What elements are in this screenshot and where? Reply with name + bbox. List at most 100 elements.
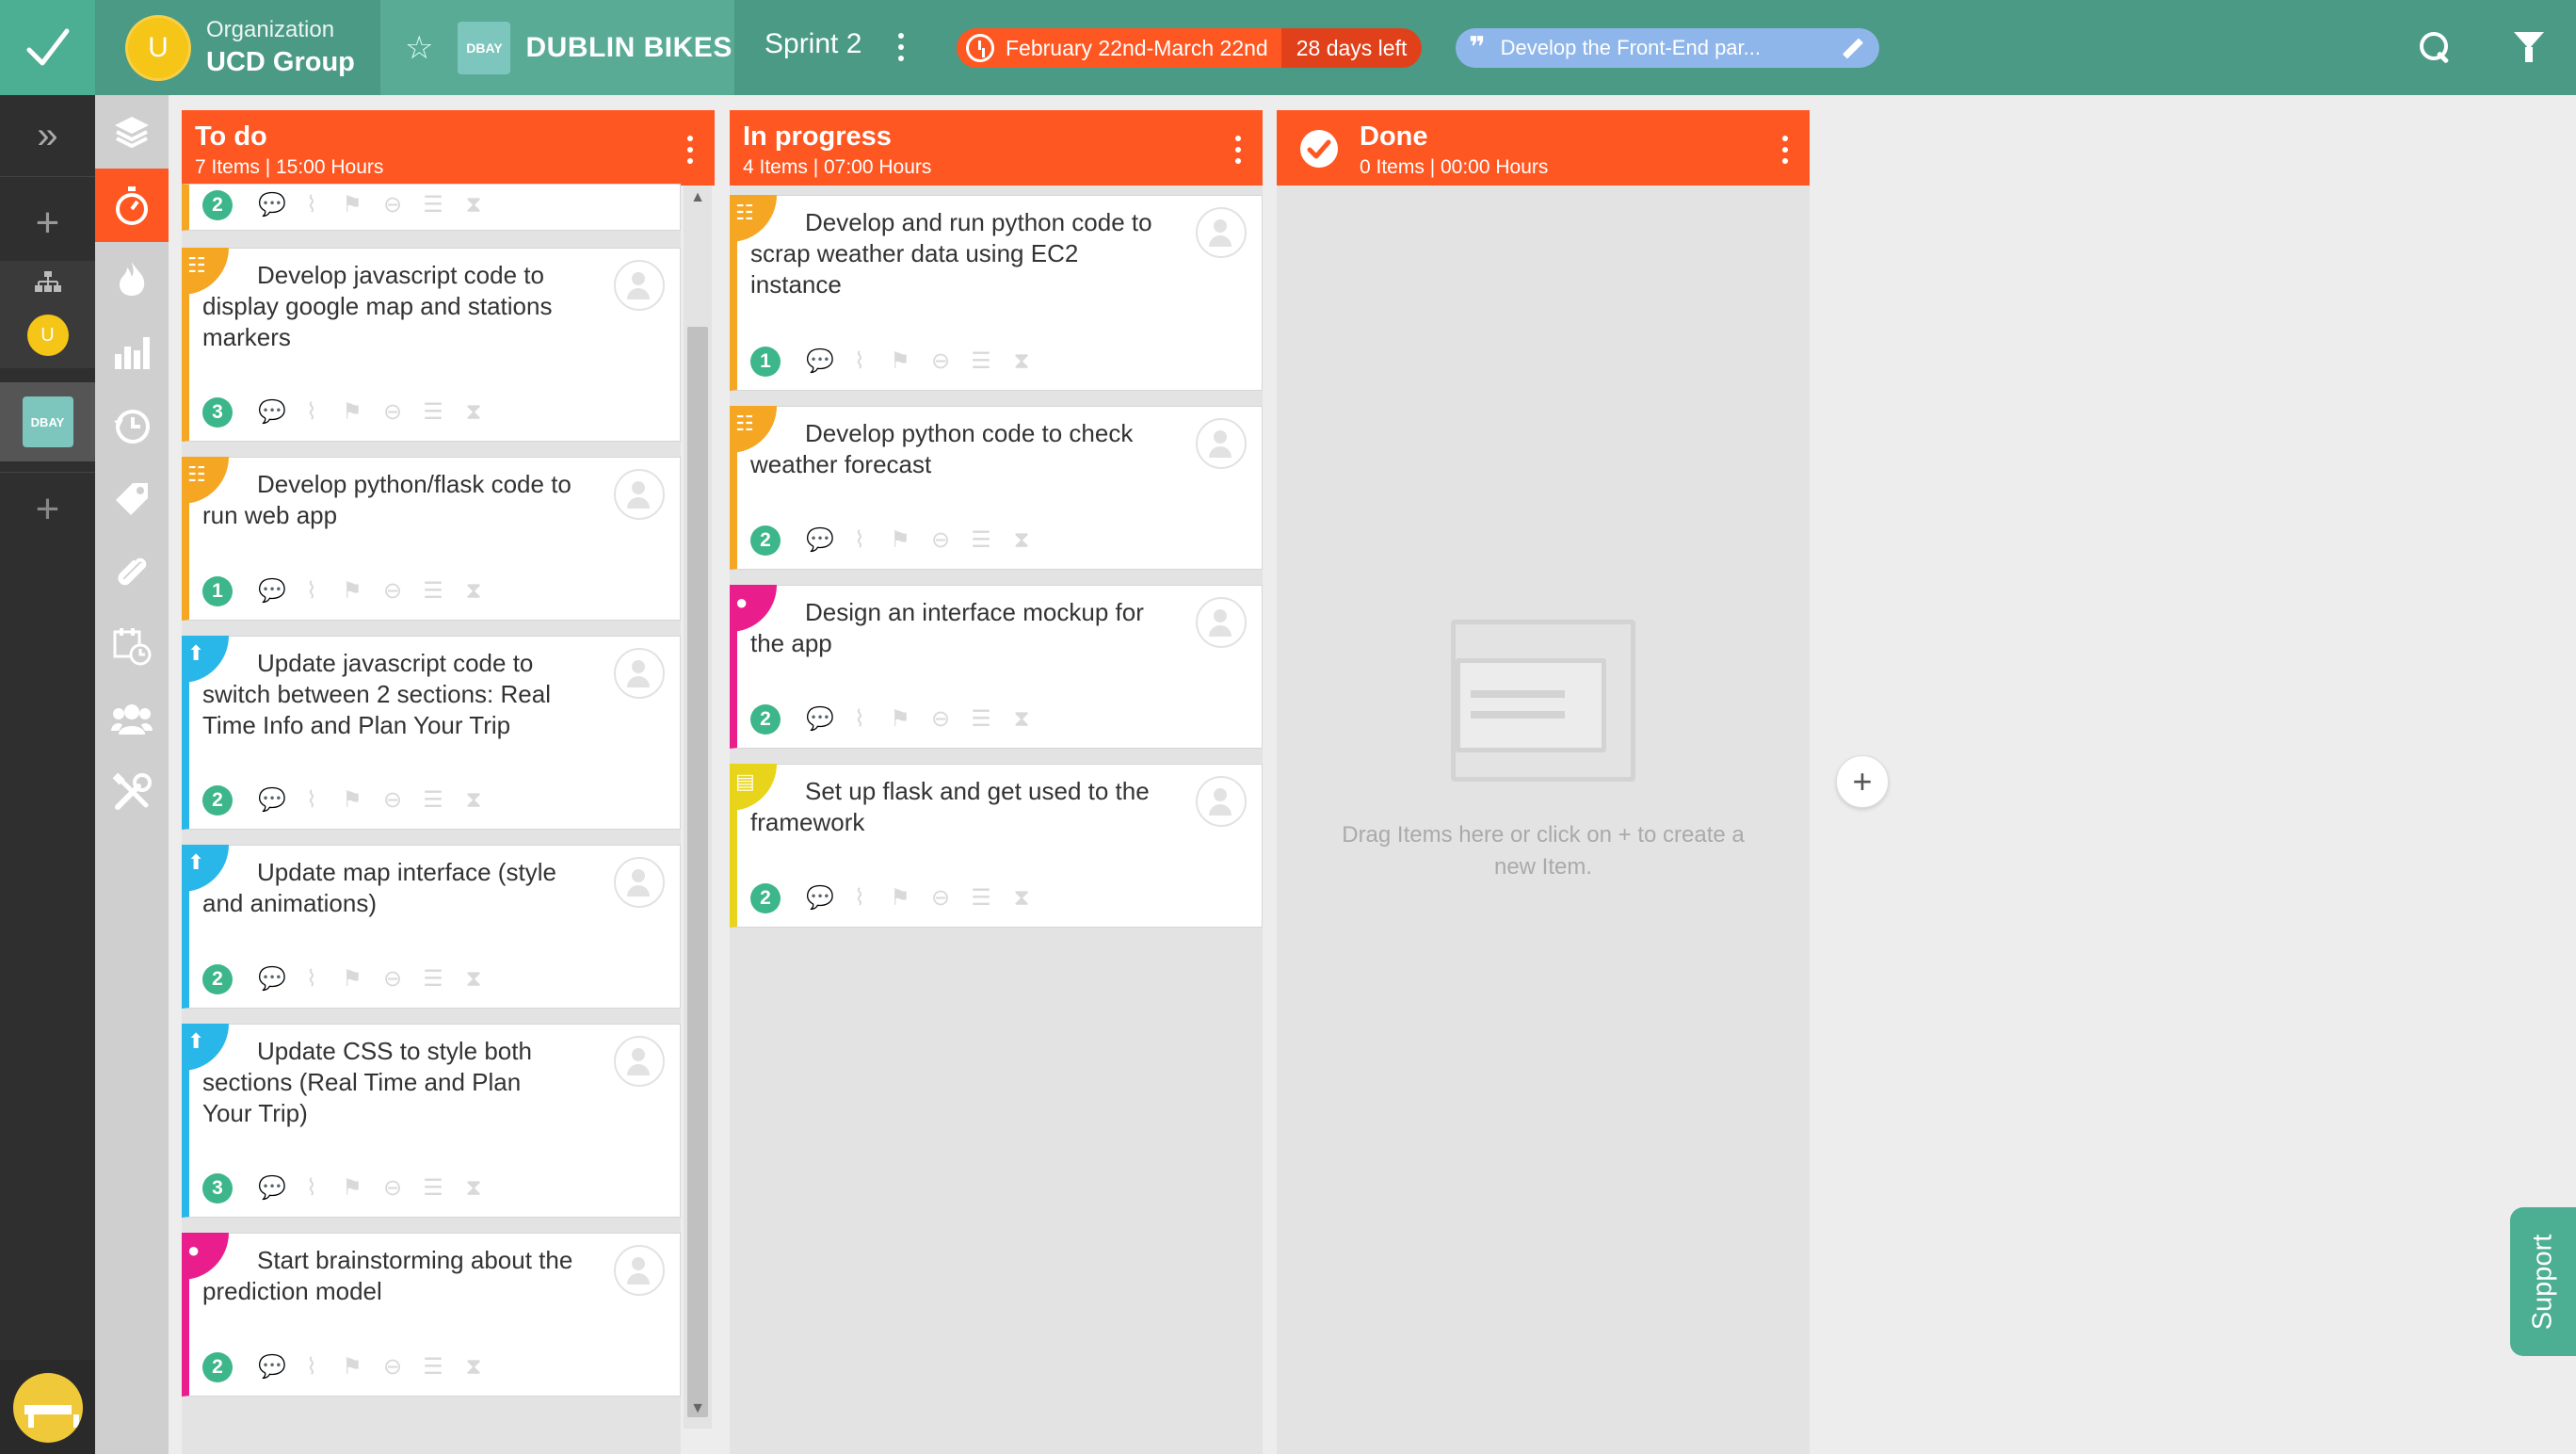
checklist-icon: ☰ [423,399,443,425]
assign-user-icon[interactable] [614,648,665,699]
subtask-count-badge: 2 [202,1352,233,1382]
subtask-count-badge: 2 [750,883,781,913]
todo-scrollbar[interactable]: ▲ ▼ [684,186,712,1429]
subtask-count-badge: 3 [202,1173,233,1204]
task-card[interactable]: ⬆ Update map interface (style and animat… [182,845,681,1009]
assign-user-icon[interactable] [614,1036,665,1087]
add-organization-plus-icon[interactable]: + [0,186,95,261]
blocked-icon: ⊖ [930,885,951,911]
attachment-icon: ⌇ [306,578,317,604]
blocked-icon: ⊖ [382,192,403,218]
done-check-icon [1300,130,1338,168]
sprint-menu-icon[interactable] [890,26,912,68]
task-card[interactable]: ☷ Develop javascript code to display goo… [182,248,681,442]
column-in-progress: In progress 4 Items | 07:00 Hours ☷ Deve… [730,110,1263,1454]
scroll-up-arrow-icon[interactable]: ▲ [684,189,712,218]
blocked-icon: ⊖ [930,348,951,374]
burndown-flame-icon[interactable] [95,242,169,315]
expand-chevron-icon[interactable]: » [0,95,95,176]
task-card[interactable]: ● Start brainstorming about the predicti… [182,1233,681,1397]
sprint-goal-pill[interactable]: ❞ Develop the Front-End par... [1456,28,1879,68]
organization-avatar: U [125,14,191,81]
attachment-icon: ⌇ [306,966,317,992]
card-title: Update CSS to style both sections (Real … [202,1037,532,1127]
attachment-icon: ⌇ [306,1354,317,1380]
rail-project-dbay[interactable]: DBAY [0,382,95,461]
backlog-layers-icon[interactable] [95,95,169,169]
sprint-name[interactable]: Sprint 2 [765,28,861,60]
sprint-goal-text: Develop the Front-End par... [1500,36,1761,59]
column-summary: 0 Items | 00:00 Hours [1360,156,1549,178]
column-menu-icon[interactable] [679,131,701,169]
left-rail: » + U DBAY + [0,95,95,1454]
hourglass-icon: ⧗ [1013,527,1030,553]
task-card[interactable]: ● Design an interface mockup for the app… [730,585,1263,749]
blocked-icon: ⊖ [382,1354,403,1380]
column-menu-icon[interactable] [1774,131,1796,169]
task-card[interactable]: 2 💬 ⌇ ⚑ ⊖ ☰ ⧗ [182,184,681,231]
flag-icon: ⚑ [890,885,910,911]
comment-icon: 💬 [258,399,286,425]
task-card[interactable]: ☷ Develop python code to check weather f… [730,406,1263,570]
edit-pencil-icon[interactable] [1838,34,1866,62]
card-title: Set up flask and get used to the framewo… [750,777,1150,836]
assign-user-icon[interactable] [614,1245,665,1296]
scroll-thumb[interactable] [687,327,708,1417]
column-body: 2 💬 ⌇ ⚑ ⊖ ☰ ⧗ ☷ Develop javascript code … [182,184,681,1454]
settings-tools-icon[interactable] [95,756,169,830]
app-logo[interactable] [0,0,95,95]
assign-user-icon[interactable] [1196,597,1247,648]
add-project-plus-icon[interactable]: + [0,472,95,547]
task-card[interactable]: ☷ Develop and run python code to scrap w… [730,195,1263,391]
checklist-icon: ☰ [423,1175,443,1201]
subtask-count-badge: 3 [202,397,233,428]
assign-user-icon[interactable] [1196,207,1247,258]
star-icon[interactable]: ☆ [405,29,433,67]
assign-user-icon[interactable] [614,857,665,908]
search-icon[interactable] [2418,30,2452,64]
support-tab[interactable]: Support [2510,1207,2576,1356]
hourglass-icon: ⧗ [1013,885,1030,911]
reports-bar-chart-icon[interactable] [95,315,169,389]
assign-user-icon[interactable] [614,469,665,520]
add-column-plus-icon[interactable]: + [1836,755,1889,808]
org-tree-icon[interactable] [0,261,95,302]
rail-organization-avatar[interactable]: U [0,302,95,368]
rail-project-badge: DBAY [22,396,73,447]
filter-icon[interactable] [2512,30,2546,64]
assign-user-icon[interactable] [1196,418,1247,469]
subtask-count-badge: 2 [202,785,233,816]
assign-user-icon[interactable] [614,260,665,311]
task-card[interactable]: ⬆ Update javascript code to switch betwe… [182,636,681,830]
days-left-badge: 28 days left [1280,28,1423,68]
attachment-icon: ⌇ [854,885,865,911]
team-people-icon[interactable] [95,683,169,756]
flag-icon: ⚑ [342,966,362,992]
column-menu-icon[interactable] [1227,131,1249,169]
history-clock-icon[interactable] [95,389,169,462]
empty-card-illustration-icon [1451,620,1635,782]
task-card[interactable]: ⬆ Update CSS to style both sections (Rea… [182,1024,681,1218]
user-avatar[interactable] [0,1360,95,1454]
project-switcher[interactable]: ☆ DBAY DUBLIN BIKES [380,0,734,95]
column-body[interactable]: Drag Items here or click on + to create … [1277,186,1810,1454]
card-title: Develop and run python code to scrap wea… [750,208,1152,299]
calendar-clock-icon[interactable] [95,609,169,683]
assign-user-icon[interactable] [1196,776,1247,827]
task-card[interactable]: ☷ Develop python/flask code to run web a… [182,457,681,621]
tags-label-icon[interactable] [95,462,169,536]
card-title: Develop javascript code to display googl… [202,261,553,351]
column-todo: To do 7 Items | 15:00 Hours 2 💬 ⌇ ⚑ ⊖ ☰ … [182,110,715,1454]
column-header: In progress 4 Items | 07:00 Hours [730,110,1263,186]
scroll-down-arrow-icon[interactable]: ▼ [684,1400,712,1429]
attachment-icon: ⌇ [854,706,865,732]
task-card[interactable]: ▤ Set up flask and get used to the frame… [730,764,1263,928]
sprint-stopwatch-icon[interactable] [95,169,169,242]
sprint-dates-pill[interactable]: February 22nd-March 22nd 28 days left [957,28,1423,68]
subtask-count-badge: 1 [202,576,233,606]
column-title: Done [1360,121,1428,152]
comment-icon: 💬 [258,1175,286,1201]
organization-switcher[interactable]: U Organization UCD Group [95,0,380,95]
attachments-paperclip-icon[interactable] [95,536,169,609]
blocked-icon: ⊖ [382,578,403,604]
